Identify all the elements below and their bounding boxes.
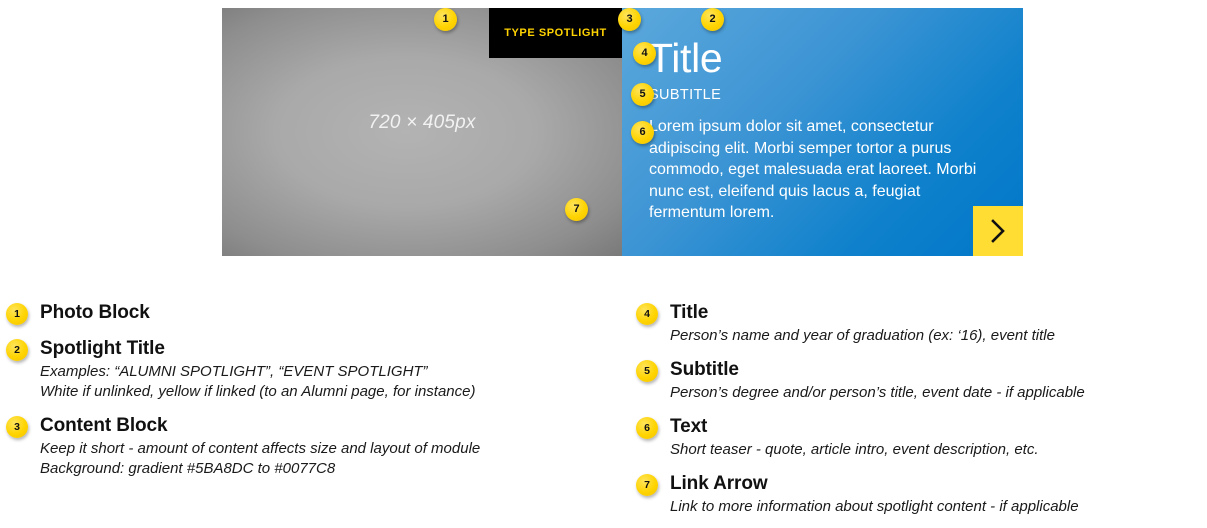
legend-badge-1: 1 [6, 303, 28, 325]
callout-badge-5: 5 [631, 83, 654, 106]
legend-badge-6: 6 [636, 417, 658, 439]
legend-description-line: Link to more information about spotlight… [670, 498, 1079, 515]
legend-description: Link to more information about spotlight… [670, 497, 1207, 517]
legend-heading: Link Arrow [670, 473, 768, 494]
legend-description: Short teaser - quote, article intro, eve… [670, 440, 1207, 460]
link-arrow-button[interactable] [973, 206, 1023, 256]
legend-description-line: Keep it short - amount of content affect… [40, 440, 481, 457]
legend-description: Person’s name and year of graduation (ex… [670, 326, 1207, 346]
legend-description-line: Short teaser - quote, article intro, eve… [670, 441, 1039, 458]
legend-badge-4: 4 [636, 303, 658, 325]
photo-placeholder-label: 720 × 405px [368, 112, 476, 133]
legend-entry-3: 3 Content Block Keep it short - amount of … [6, 413, 606, 479]
module-subtitle: SUBTITLE [649, 87, 722, 103]
legend-description: Keep it short - amount of content affect… [40, 439, 606, 479]
legend-column-right: 4 Title Person’s name and year of graduati… [636, 300, 1207, 528]
legend-description-line: Examples: “ALUMNI SPOTLIGHT”, “EVENT SPO… [40, 363, 428, 380]
callout-badge-6: 6 [631, 121, 654, 144]
module-title: Title [648, 35, 723, 81]
legend-badge-5: 5 [636, 360, 658, 382]
callout-badge-4: 4 [633, 42, 656, 65]
legend-heading: Spotlight Title [40, 338, 165, 359]
callout-badge-2: 2 [701, 8, 724, 31]
legend-heading: Title [670, 302, 709, 323]
legend-description-line: Background: gradient #5BA8DC to #0077C8 [40, 460, 336, 477]
legend-entry-7: 7 Link Arrow Link to more information abou… [636, 471, 1207, 517]
content-block: Title SUBTITLE Lorem ipsum dolor sit ame… [622, 8, 1023, 256]
legend-column-left: 1 Photo Block 2 Spotlight Title Examples: “A… [6, 300, 606, 490]
spotlight-type-bar[interactable]: TYPE SPOTLIGHT [489, 8, 622, 58]
legend-entry-5: 5 Subtitle Person’s degree and/or person’s… [636, 357, 1207, 403]
legend-heading: Content Block [40, 415, 168, 436]
legend-description-line: Person’s degree and/or person’s title, e… [670, 384, 1085, 401]
legend-badge-3: 3 [6, 416, 28, 438]
callout-badge-3: 3 [618, 8, 641, 31]
legend-description-line: Person’s name and year of graduation (ex… [670, 327, 1055, 344]
legend-entry-2: 2 Spotlight Title Examples: “ALUMNI SPOTLI… [6, 336, 606, 402]
chevron-right-icon [988, 218, 1008, 244]
legend-description-line: White if unlinked, yellow if linked (to … [40, 383, 476, 400]
legend-heading: Subtitle [670, 359, 739, 380]
spotlight-type-label: TYPE SPOTLIGHT [504, 27, 607, 39]
legend-heading: Text [670, 416, 708, 437]
legend-entry-1: 1 Photo Block [6, 300, 606, 325]
callout-badge-7: 7 [565, 198, 588, 221]
spotlight-module-mockup: 720 × 405px TYPE SPOTLIGHT Title SUBTITL… [222, 8, 1023, 256]
module-body-text: Lorem ipsum dolor sit amet, consectetur … [649, 118, 977, 221]
legend-badge-2: 2 [6, 339, 28, 361]
legend-entry-4: 4 Title Person’s name and year of graduati… [636, 300, 1207, 346]
legend-entry-6: 6 Text Short teaser - quote, article intro… [636, 414, 1207, 460]
legend-badge-7: 7 [636, 474, 658, 496]
callout-badge-1: 1 [434, 8, 457, 31]
legend-heading: Photo Block [40, 302, 150, 323]
legend-description: Person’s degree and/or person’s title, e… [670, 383, 1207, 403]
legend-description: Examples: “ALUMNI SPOTLIGHT”, “EVENT SPO… [40, 362, 606, 402]
